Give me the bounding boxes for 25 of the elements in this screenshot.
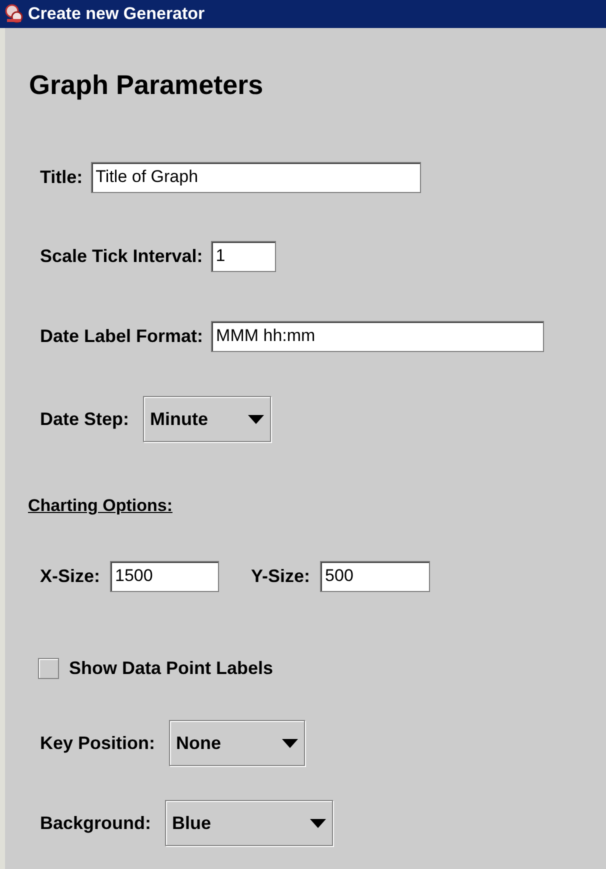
text-field[interactable]: Title of Graph xyxy=(90,162,421,192)
window-title: Create new Generator xyxy=(28,3,205,26)
app-icon xyxy=(4,4,24,24)
field-label: Show Data Point Labels xyxy=(69,656,274,680)
field-label: Background: xyxy=(40,812,152,835)
text-field[interactable]: MMM hh:mm xyxy=(211,320,544,352)
field-label: Key Position: xyxy=(40,732,156,755)
caret-icon xyxy=(282,738,298,748)
caret-icon xyxy=(248,414,264,424)
dropdown[interactable]: None xyxy=(169,720,306,766)
field-label: Date Label Format: xyxy=(40,324,204,348)
caret-icon xyxy=(310,818,326,828)
text-field[interactable]: 500 xyxy=(320,560,430,592)
field-label: Title: xyxy=(40,166,83,188)
field-label: Date Step: xyxy=(40,408,130,431)
dropdown[interactable]: Minute xyxy=(143,396,272,442)
text-field[interactable]: 1500 xyxy=(110,560,220,592)
section-heading: Graph Parameters xyxy=(29,68,264,102)
field-label: Scale Tick Interval: xyxy=(40,244,203,268)
checkbox[interactable] xyxy=(38,658,59,678)
dropdown[interactable]: Blue xyxy=(165,800,334,846)
section-label: Charting Options: xyxy=(28,495,172,518)
field-label: X-Size: xyxy=(40,564,100,588)
field-label: Y-Size: xyxy=(251,564,310,588)
text-field[interactable]: 1 xyxy=(210,240,276,272)
